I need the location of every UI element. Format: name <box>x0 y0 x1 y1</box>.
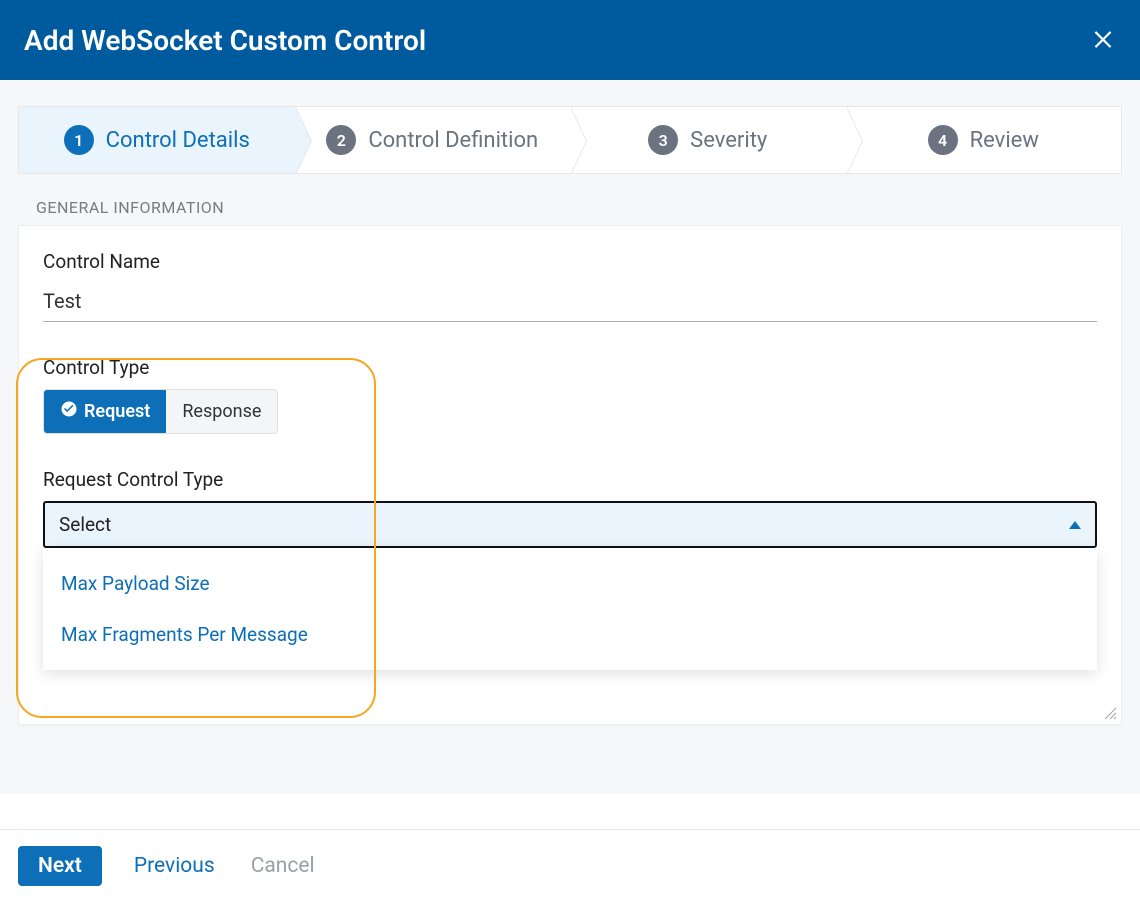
step-badge: 4 <box>928 125 958 155</box>
step-label: Control Definition <box>368 128 538 153</box>
stepper: 1 Control Details 2 Control Definition 3… <box>18 106 1122 174</box>
request-control-type-dropdown: Max Payload Size Max Fragments Per Messa… <box>43 548 1097 670</box>
close-icon <box>1090 36 1116 55</box>
control-name-input[interactable] <box>43 283 1097 322</box>
control-type-request[interactable]: Request <box>44 390 166 433</box>
footer: Next Previous Cancel <box>0 829 1140 904</box>
control-type-label: Control Type <box>43 356 1097 379</box>
resize-handle-icon[interactable] <box>1101 704 1117 720</box>
cancel-button-label: Cancel <box>251 854 315 878</box>
step-control-definition[interactable]: 2 Control Definition <box>295 107 571 173</box>
step-control-details[interactable]: 1 Control Details <box>19 107 295 173</box>
control-type-toggle: Request Response <box>43 389 278 434</box>
step-label: Control Details <box>106 128 250 153</box>
previous-button-label: Previous <box>134 854 215 878</box>
step-label: Severity <box>690 128 767 153</box>
cancel-button[interactable]: Cancel <box>247 846 319 886</box>
step-label: Review <box>970 128 1039 153</box>
step-review[interactable]: 4 Review <box>846 107 1122 173</box>
check-circle-icon <box>60 400 78 423</box>
step-severity[interactable]: 3 Severity <box>570 107 846 173</box>
select-placeholder: Select <box>59 513 111 536</box>
modal-header: Add WebSocket Custom Control <box>0 0 1140 80</box>
previous-button[interactable]: Previous <box>130 846 219 886</box>
dropdown-item-max-payload-size[interactable]: Max Payload Size <box>43 558 1097 609</box>
step-badge: 3 <box>648 125 678 155</box>
general-info-panel: Control Name Control Type Request Respon… <box>18 225 1122 725</box>
request-control-type-label: Request Control Type <box>43 468 1097 491</box>
control-type-response-label: Response <box>182 401 261 422</box>
caret-up-icon <box>1069 521 1081 529</box>
step-badge: 1 <box>64 125 94 155</box>
next-button[interactable]: Next <box>18 846 102 886</box>
close-button[interactable] <box>1090 25 1116 55</box>
control-type-request-label: Request <box>84 401 150 422</box>
control-type-response[interactable]: Response <box>166 390 277 433</box>
content-area: 1 Control Details 2 Control Definition 3… <box>0 80 1140 794</box>
section-heading: GENERAL INFORMATION <box>36 198 1122 217</box>
modal-title: Add WebSocket Custom Control <box>24 24 426 57</box>
step-badge: 2 <box>326 125 356 155</box>
next-button-label: Next <box>38 854 82 878</box>
request-control-type-select[interactable]: Select <box>43 501 1097 548</box>
dropdown-item-max-fragments[interactable]: Max Fragments Per Message <box>43 609 1097 660</box>
control-name-label: Control Name <box>43 250 1097 273</box>
